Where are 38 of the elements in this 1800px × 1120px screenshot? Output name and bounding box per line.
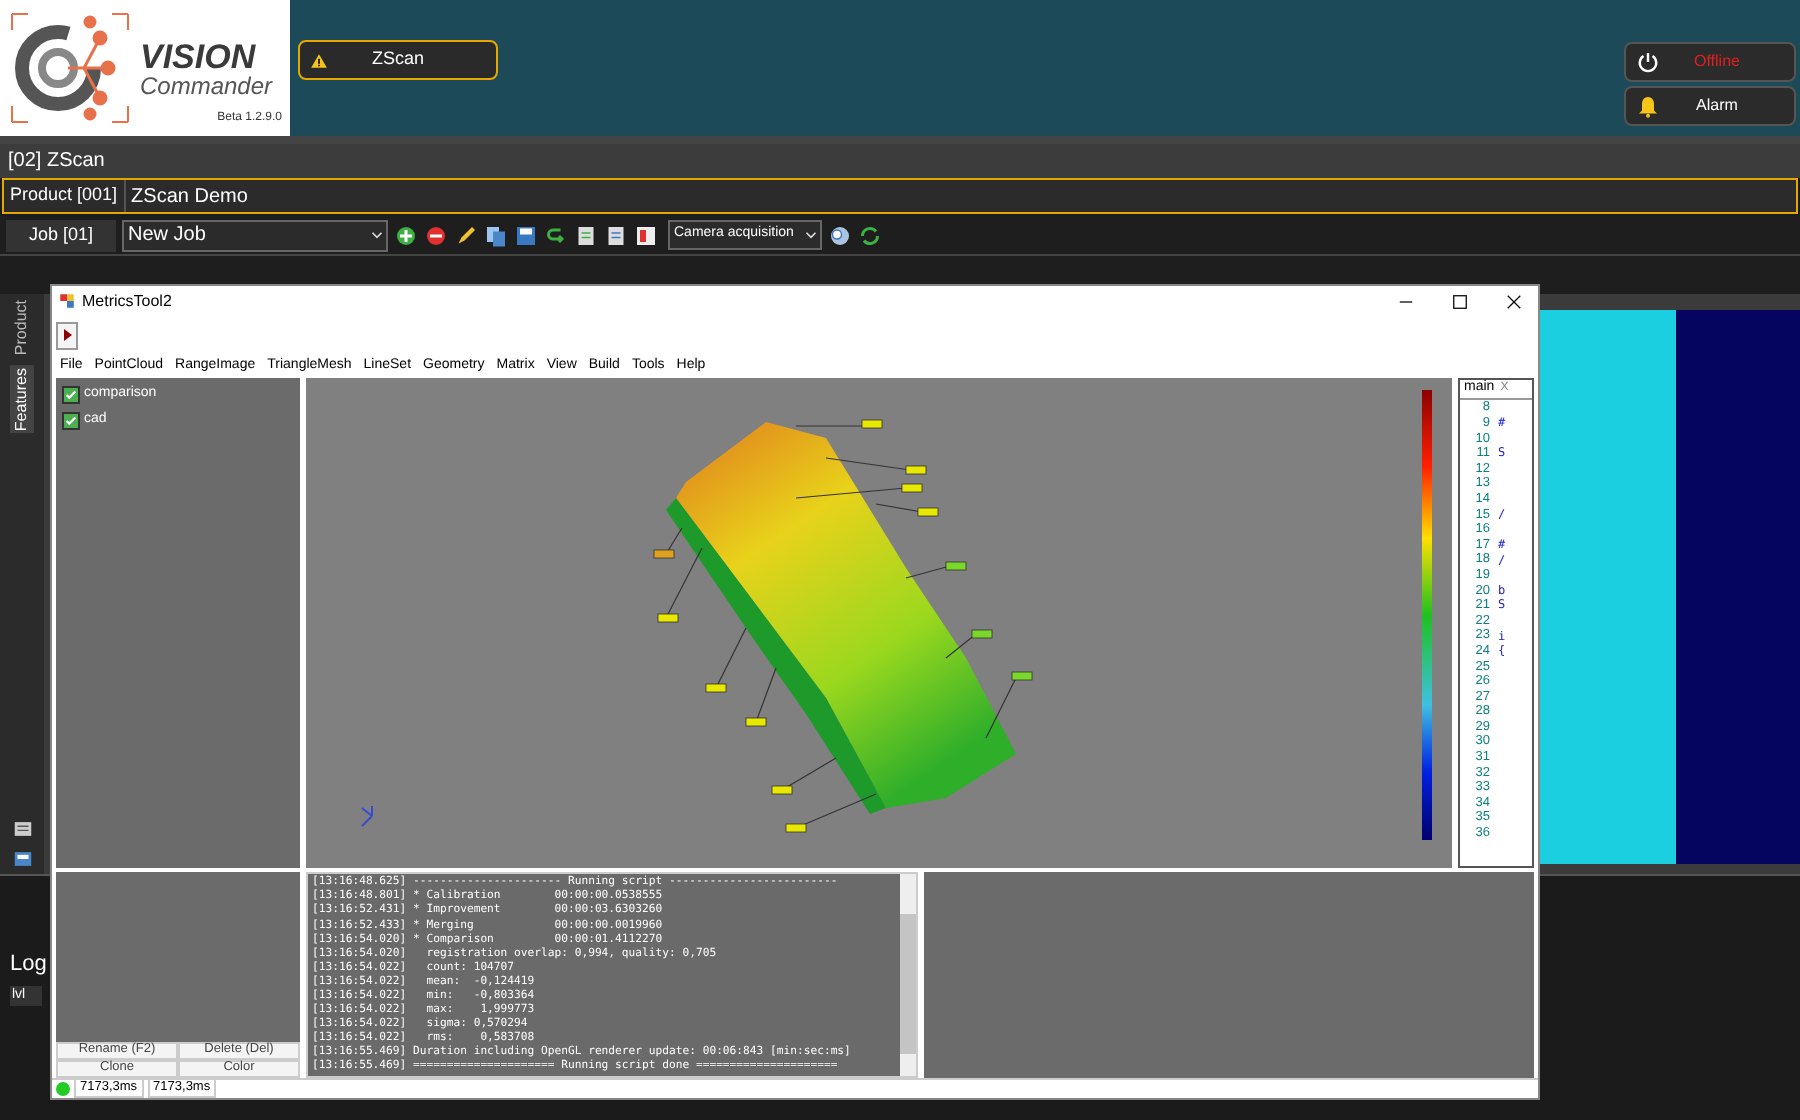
refresh-icon[interactable]: [858, 223, 882, 247]
log-title: Log: [10, 950, 47, 980]
play-icon: [59, 326, 75, 345]
side-tab[interactable]: Features: [10, 365, 34, 433]
copy-icon[interactable]: [484, 223, 508, 247]
remove-icon[interactable]: [424, 223, 448, 247]
power-icon: [1636, 50, 1660, 74]
product-label: Product [001]: [4, 180, 126, 212]
logo-title: VISION: [140, 39, 258, 73]
grid-icon[interactable]: [11, 818, 33, 840]
side-tab[interactable]: Product: [10, 298, 34, 358]
job-label: Job [01]: [6, 219, 116, 251]
panel-icon[interactable]: [634, 223, 658, 247]
alarm-button[interactable]: Alarm: [1624, 86, 1796, 126]
save-icon[interactable]: [514, 223, 538, 247]
pencil-icon[interactable]: [454, 223, 478, 247]
window-title: MetricsTool2: [82, 289, 174, 314]
app-icon: [58, 292, 76, 311]
station-tab[interactable]: ZScan: [298, 40, 498, 80]
checkbox[interactable]: [62, 385, 80, 404]
checkbox[interactable]: [62, 412, 80, 431]
close-icon[interactable]: [1504, 291, 1524, 312]
station-title: [02] ZScan: [8, 148, 105, 176]
run-button[interactable]: [56, 321, 78, 350]
maximize-icon[interactable]: [1450, 291, 1470, 312]
bell-icon: [1636, 94, 1660, 118]
document-icon[interactable]: [574, 223, 598, 247]
add-icon[interactable]: [394, 223, 418, 247]
logo-mark-icon: [8, 10, 132, 126]
window-icon[interactable]: [11, 848, 33, 870]
document-icon[interactable]: [604, 223, 628, 247]
product-name: ZScan Demo: [129, 183, 250, 211]
job-dropdown[interactable]: New Job: [122, 219, 388, 251]
logo-subtitle: Commander: [140, 73, 273, 97]
camera-lens-icon[interactable]: [828, 223, 852, 247]
scrollbar[interactable]: [900, 874, 916, 1076]
undo-icon[interactable]: [544, 223, 568, 247]
warning-icon: [310, 51, 328, 69]
